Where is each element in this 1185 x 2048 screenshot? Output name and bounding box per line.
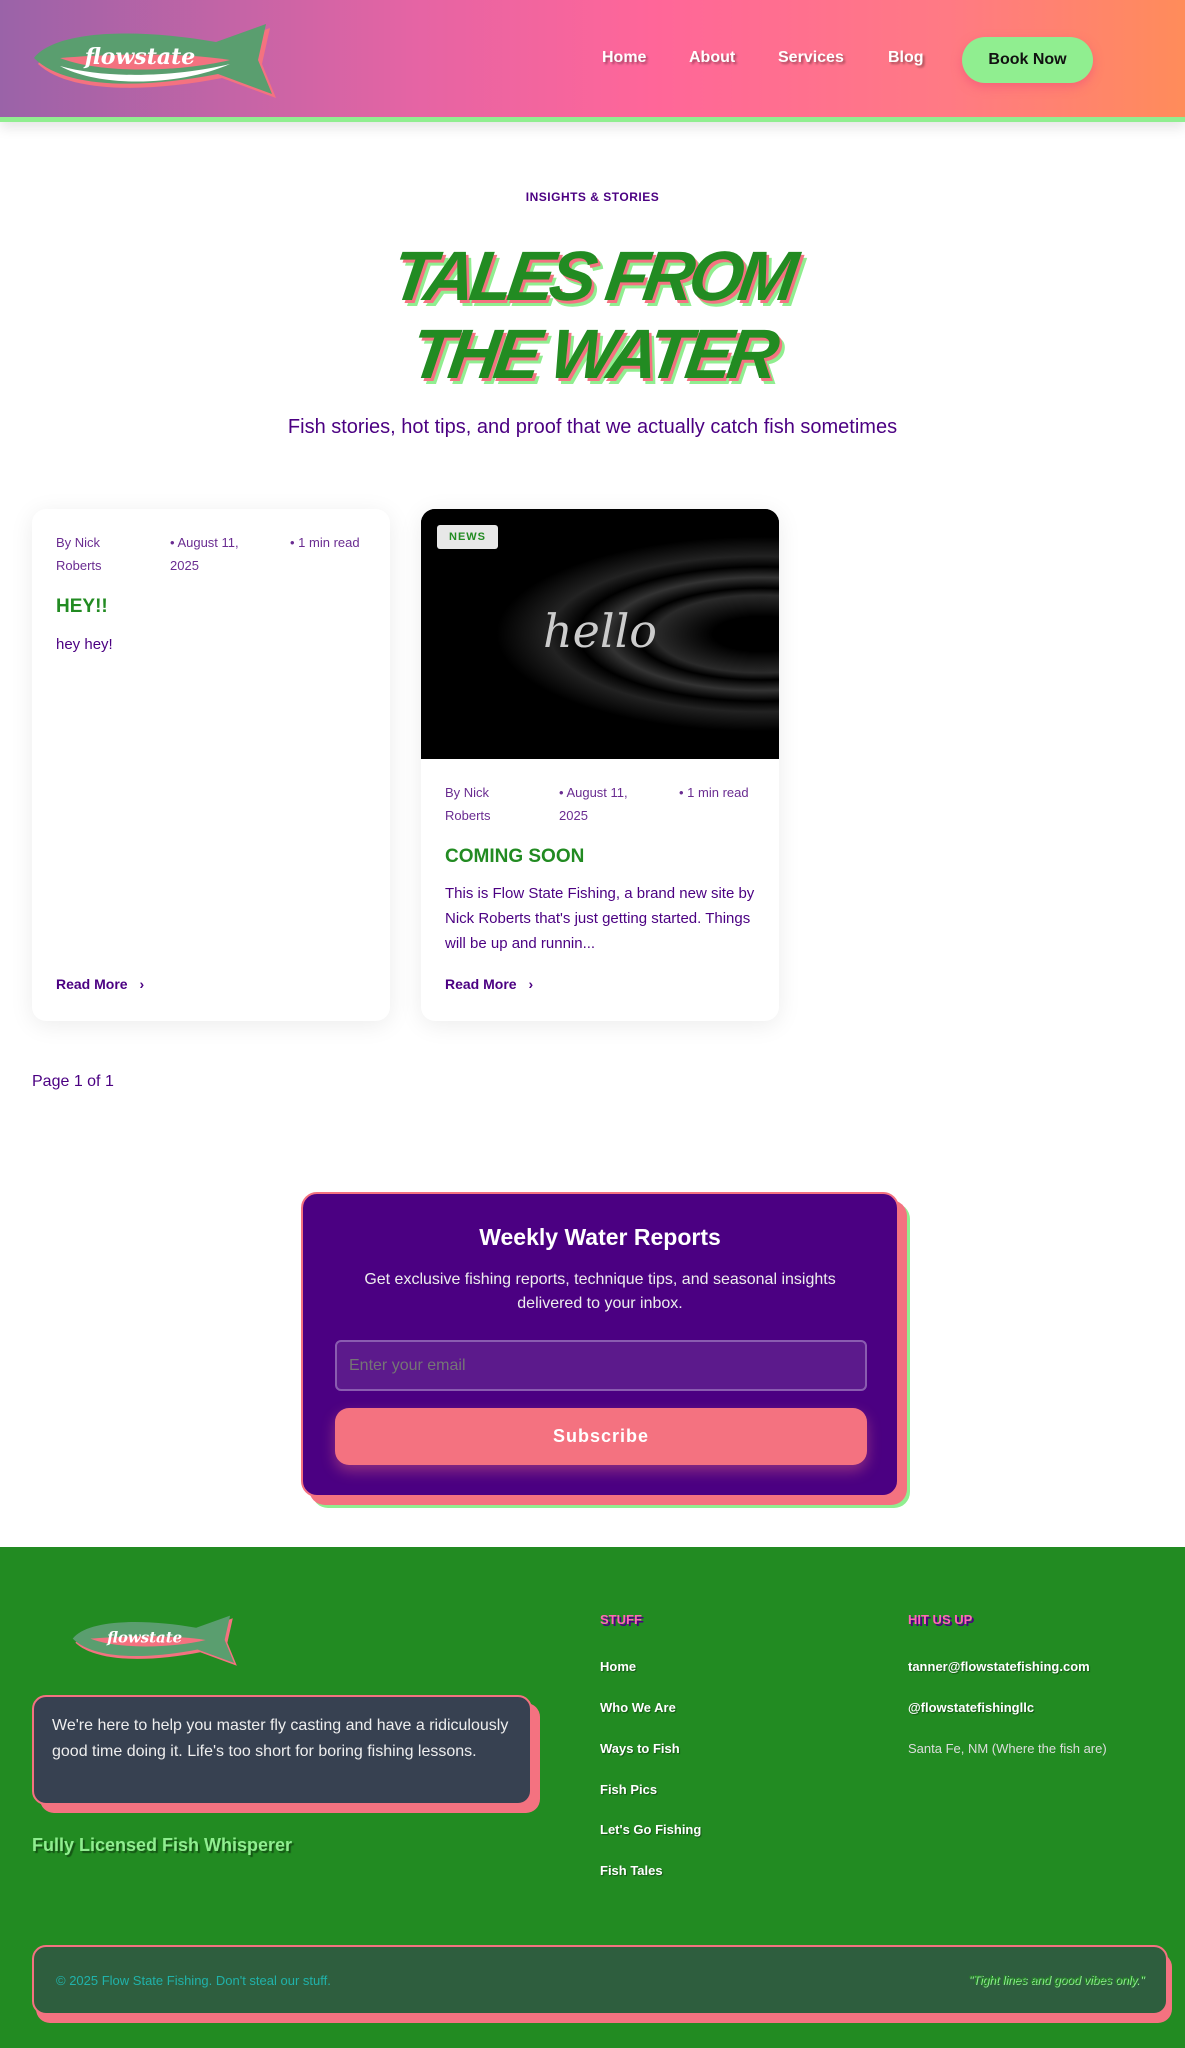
email-input[interactable] bbox=[335, 1340, 867, 1391]
post-title[interactable]: COMING SOON bbox=[445, 846, 584, 868]
footer-bottom-bar: © 2025 Flow State Fishing. Don't steal o… bbox=[32, 1945, 1168, 2015]
footer-about: We're here to help you master fly castin… bbox=[32, 1695, 532, 1805]
copyright: © 2025 Flow State Fishing. Don't steal o… bbox=[56, 1973, 331, 1988]
footer-tagline: Fully Licensed Fish Whisperer bbox=[32, 1835, 293, 1855]
section-eyebrow: INSIGHTS & STORIES bbox=[525, 190, 660, 204]
footer-link-lets-go-fishing[interactable]: Let's Go Fishing bbox=[600, 1822, 701, 1837]
post-card[interactable]: hello NEWS By Nick Roberts • August 11, … bbox=[421, 509, 779, 1021]
read-more-label: Read More bbox=[56, 976, 128, 992]
site-footer: flowstate We're here to help you master … bbox=[0, 1547, 1185, 2048]
post-image[interactable]: hello NEWS bbox=[421, 509, 779, 759]
newsletter-text: Get exclusive fishing reports, technique… bbox=[364, 1271, 836, 1312]
footer-location: Santa Fe, NM (Where the fish are) bbox=[908, 1741, 1107, 1756]
post-date: • August 11, 2025 bbox=[170, 535, 239, 573]
svg-text:flowstate: flowstate bbox=[83, 44, 196, 70]
newsletter-box: Weekly Water Reports Get exclusive fishi… bbox=[301, 1192, 899, 1497]
footer-contact-heading: HIT US UP bbox=[908, 1612, 973, 1627]
footer-link-home[interactable]: Home bbox=[600, 1659, 636, 1674]
subscribe-button[interactable]: Subscribe bbox=[335, 1408, 867, 1465]
book-now-button[interactable]: Book Now bbox=[962, 37, 1093, 83]
category-badge: NEWS bbox=[437, 525, 498, 549]
newsletter-title: Weekly Water Reports bbox=[479, 1224, 721, 1250]
footer-link-who-we-are[interactable]: Who We Are bbox=[600, 1700, 676, 1715]
post-date: • August 11, 2025 bbox=[559, 785, 628, 823]
chevron-right-icon: › bbox=[139, 976, 145, 992]
page-title-line2: THE WATER bbox=[406, 315, 779, 393]
post-author: By Nick Roberts bbox=[56, 535, 102, 573]
site-header: flowstate Home About Services Blog Book … bbox=[0, 0, 1185, 122]
footer-logo[interactable]: flowstate bbox=[70, 1607, 245, 1673]
footer-social-link[interactable]: @flowstatefishingllc bbox=[908, 1700, 1034, 1715]
read-more-link[interactable]: Read More › bbox=[445, 976, 533, 992]
post-read-time: • 1 min read bbox=[679, 785, 749, 800]
post-image-text: hello bbox=[543, 604, 657, 658]
flowstate-logo[interactable]: flowstate bbox=[30, 14, 288, 106]
post-excerpt: hey hey! bbox=[56, 636, 113, 653]
footer-email-link[interactable]: tanner@flowstatefishing.com bbox=[908, 1659, 1090, 1674]
read-more-link[interactable]: Read More › bbox=[56, 976, 144, 992]
page-subtitle: Fish stories, hot tips, and proof that w… bbox=[287, 416, 898, 438]
post-title[interactable]: HEY!! bbox=[56, 596, 108, 618]
chevron-right-icon: › bbox=[528, 976, 534, 992]
post-card[interactable]: By Nick Roberts • August 11, 2025 • 1 mi… bbox=[32, 509, 390, 1021]
nav-home[interactable]: Home bbox=[602, 49, 646, 67]
read-more-label: Read More bbox=[445, 976, 517, 992]
footer-quote: "Tight lines and good vibes only." bbox=[968, 1973, 1144, 1987]
svg-text:flowstate: flowstate bbox=[106, 1629, 182, 1647]
post-excerpt: This is Flow State Fishing, a brand new … bbox=[445, 885, 755, 952]
pagination: Page 1 of 1 bbox=[32, 1073, 114, 1090]
page-title-line1: TALES FROM bbox=[387, 237, 798, 315]
footer-link-fish-tales[interactable]: Fish Tales bbox=[600, 1863, 663, 1878]
nav-services[interactable]: Services bbox=[778, 49, 844, 67]
nav-about[interactable]: About bbox=[689, 49, 735, 67]
footer-link-ways-to-fish[interactable]: Ways to Fish bbox=[600, 1741, 680, 1756]
post-read-time: • 1 min read bbox=[290, 535, 360, 550]
footer-link-fish-pics[interactable]: Fish Pics bbox=[600, 1782, 657, 1797]
nav-blog[interactable]: Blog bbox=[888, 49, 924, 67]
post-author: By Nick Roberts bbox=[445, 785, 491, 823]
footer-links-heading: STUFF bbox=[600, 1612, 642, 1627]
